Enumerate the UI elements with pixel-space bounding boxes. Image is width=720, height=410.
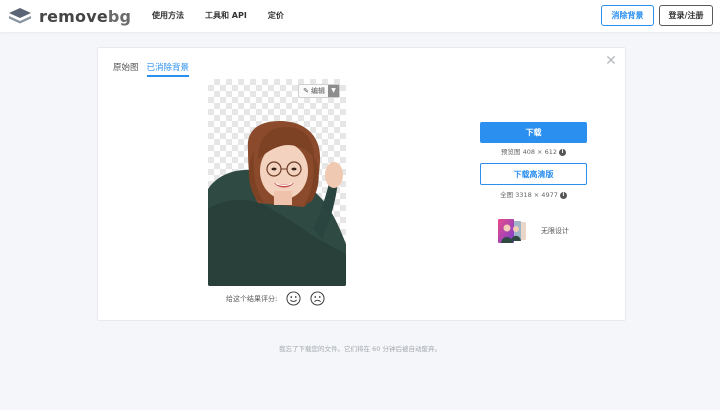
logo[interactable]: removebg <box>8 6 131 26</box>
design-thumbnails <box>498 219 534 243</box>
result-preview-image: ✎ 编辑 ▼ <box>208 79 346 286</box>
image-tabs: 原始图 已消除背景 <box>113 61 197 77</box>
caret-down-icon[interactable]: ▼ <box>328 85 339 97</box>
unlimited-design-link[interactable]: 无限设计 <box>498 219 569 243</box>
design-thumbnail-stack <box>498 219 526 243</box>
download-button[interactable]: 下载 <box>480 122 587 143</box>
rating-row: 给这个结果评分: <box>226 291 334 306</box>
remove-background-button[interactable]: 消除背景 <box>601 5 654 26</box>
close-icon[interactable]: ✕ <box>605 54 617 68</box>
preview-size-info: 预览图 408 × 612 i <box>480 146 587 156</box>
result-card: 原始图 已消除背景 ✕ ✎ 编辑 ▼ 给这个结果评分: 下载 预览图 408 ×… <box>97 47 626 321</box>
rating-label: 给这个结果评分: <box>226 294 278 303</box>
full-size-info: 全图 3318 × 4977 i <box>480 189 587 199</box>
design-label: 无限设计 <box>541 227 569 235</box>
nav-tools-api[interactable]: 工具和 API <box>205 10 247 21</box>
top-navbar: removebg 使用方法 工具和 API 定价 消除背景 登录/注册 <box>0 0 720 32</box>
info-icon[interactable]: i <box>559 191 567 199</box>
logo-stack-icon <box>9 8 31 24</box>
edit-button[interactable]: ✎ 编辑 ▼ <box>298 84 340 98</box>
main-nav: 使用方法 工具和 API 定价 <box>152 10 305 21</box>
tab-original[interactable]: 原始图 <box>113 61 139 77</box>
portrait-cutout <box>208 121 346 286</box>
nav-how-to-use[interactable]: 使用方法 <box>152 10 184 21</box>
download-hd-button[interactable]: 下载高清版 <box>480 163 587 185</box>
pencil-icon: ✎ <box>303 87 309 95</box>
logo-text: removebg <box>39 6 132 26</box>
expiry-notice: 我忘了下载您的文件。它们将在 60 分钟后被自动废弃。 <box>279 345 441 353</box>
frown-icon[interactable] <box>310 291 325 306</box>
tab-removed-background[interactable]: 已消除背景 <box>146 61 190 77</box>
smile-icon[interactable] <box>286 291 301 306</box>
info-icon[interactable]: i <box>558 148 566 156</box>
edit-label: 编辑 <box>311 87 325 95</box>
nav-pricing[interactable]: 定价 <box>268 10 284 21</box>
login-register-button[interactable]: 登录/注册 <box>659 5 713 26</box>
